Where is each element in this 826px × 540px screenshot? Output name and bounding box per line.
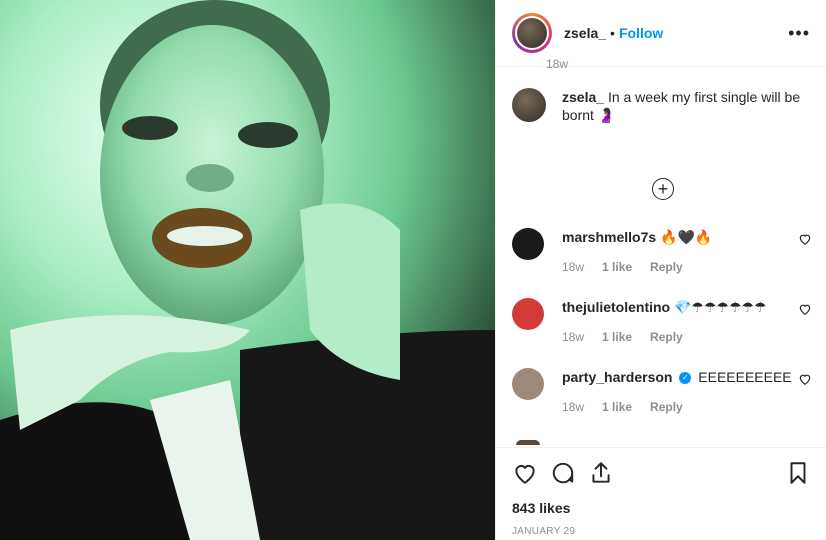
author-avatar[interactable]: [512, 13, 552, 53]
caption-time[interactable]: 18w: [546, 57, 568, 71]
next-comment-avatar: [516, 440, 540, 445]
commenter-username[interactable]: thejulietolentino: [562, 299, 670, 315]
post-image[interactable]: [0, 0, 495, 540]
comment-text: EEEEEEEEEE: [698, 369, 792, 385]
share-icon[interactable]: [588, 460, 614, 486]
verified-badge-icon: ✓: [679, 372, 692, 385]
more-icon[interactable]: •••: [788, 23, 810, 44]
post-actions: 843 likes JANUARY 29: [496, 447, 826, 537]
post-details-panel: zsela_ • Follow ••• zsela_ In a week my …: [495, 0, 826, 540]
commenter-avatar[interactable]: [512, 368, 544, 400]
comment-text: 💎☂☂☂☂☂☂: [674, 299, 767, 315]
comment-item: party_harderson ✓ EEEEEEEEEE 18w 1 like …: [512, 368, 812, 432]
comment-time[interactable]: 18w: [562, 330, 584, 344]
caption-username[interactable]: zsela_: [562, 89, 604, 105]
comment-likes[interactable]: 1 like: [602, 260, 632, 274]
reply-button[interactable]: Reply: [650, 260, 683, 274]
commenter-username[interactable]: party_harderson: [562, 369, 672, 385]
comment-time[interactable]: 18w: [562, 400, 584, 414]
comment-time[interactable]: 18w: [562, 260, 584, 274]
comment-text: 🔥🖤🔥: [660, 229, 713, 245]
reply-button[interactable]: Reply: [650, 330, 683, 344]
plus-circle-icon[interactable]: +: [652, 178, 674, 200]
heart-icon[interactable]: [798, 302, 812, 316]
bookmark-icon[interactable]: [785, 460, 811, 486]
post-photo-illustration: [0, 0, 495, 540]
comment-item: thejulietolentino 💎☂☂☂☂☂☂ 18w 1 like Rep…: [512, 298, 812, 362]
post-date: JANUARY 29: [512, 526, 576, 537]
follow-button[interactable]: Follow: [619, 25, 663, 41]
author-username[interactable]: zsela_: [564, 25, 606, 41]
commenter-username[interactable]: marshmello7s: [562, 229, 656, 245]
post-caption: zsela_ In a week my first single will be…: [512, 88, 812, 124]
comment-item: marshmello7s 🔥🖤🔥 18w 1 like Reply: [512, 228, 812, 292]
comment-likes[interactable]: 1 like: [602, 330, 632, 344]
heart-icon[interactable]: [798, 372, 812, 386]
caption-avatar[interactable]: [512, 88, 546, 122]
like-heart-icon[interactable]: [512, 460, 538, 486]
comment-bubble-icon[interactable]: [550, 460, 576, 486]
like-count[interactable]: 843 likes: [512, 500, 811, 516]
commenter-avatar[interactable]: [512, 228, 544, 260]
heart-icon[interactable]: [798, 232, 812, 246]
separator-dot: •: [610, 25, 615, 41]
comment-likes[interactable]: 1 like: [602, 400, 632, 414]
commenter-avatar[interactable]: [512, 298, 544, 330]
reply-button[interactable]: Reply: [650, 400, 683, 414]
